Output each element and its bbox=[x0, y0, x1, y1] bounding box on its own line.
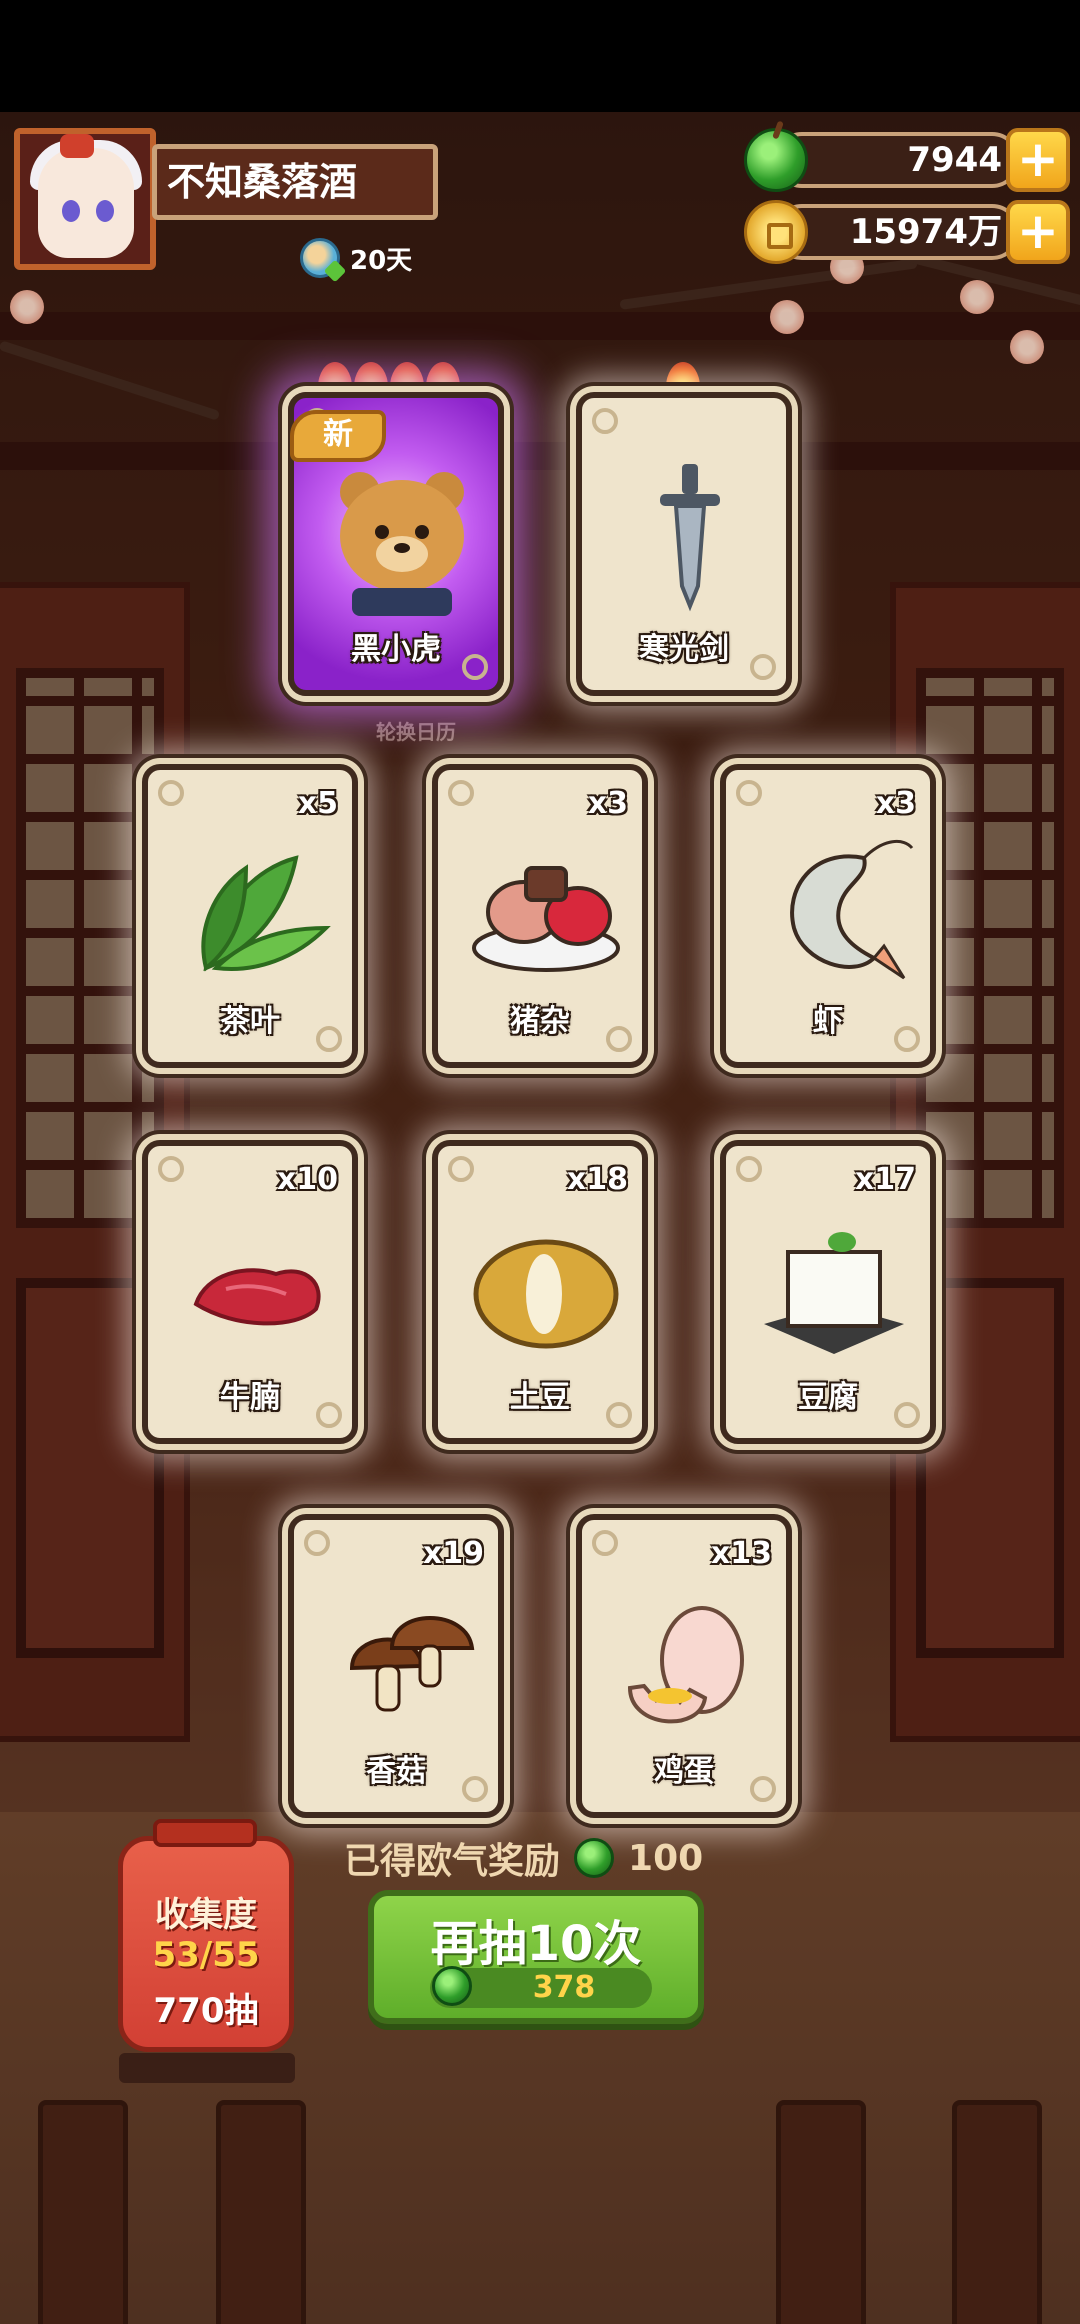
avatar-eye bbox=[96, 200, 114, 222]
add-coin-button[interactable]: + bbox=[1006, 200, 1070, 264]
card-name: 豆腐 bbox=[798, 1380, 858, 1415]
blossom bbox=[770, 300, 804, 334]
card-egg[interactable]: x13 鸡蛋 bbox=[576, 1514, 792, 1818]
avatar-eye bbox=[62, 200, 80, 222]
card-corner bbox=[592, 1530, 618, 1556]
card-name: 猪杂 bbox=[510, 1004, 570, 1039]
lantern-base bbox=[119, 2053, 295, 2083]
card-corner bbox=[448, 1156, 474, 1182]
collection-progress: 53/55 bbox=[152, 1935, 260, 1975]
status-bar bbox=[0, 0, 1080, 112]
card-tofu[interactable]: x17 豆腐 bbox=[720, 1140, 936, 1444]
luck-reward: 已得欧气奖励 100 bbox=[344, 1830, 703, 1886]
card-count: x5 bbox=[297, 786, 338, 821]
rotation-calendar-label: 轮换日历 bbox=[376, 720, 456, 744]
card-name: 黑小虎 bbox=[351, 632, 441, 667]
shrimp-icon bbox=[790, 839, 914, 980]
lantern-cap bbox=[153, 1819, 257, 1847]
card-beef-brisket[interactable]: x10 牛腩 bbox=[142, 1140, 358, 1444]
card-name: 牛腩 bbox=[220, 1380, 280, 1415]
card-count: x10 bbox=[276, 1162, 338, 1197]
new-badge: 新 bbox=[290, 410, 386, 462]
coin-amount: 15974万 bbox=[774, 204, 1020, 260]
avatar-bow bbox=[60, 134, 94, 158]
offal-icon bbox=[472, 866, 620, 972]
reward-text: 已得欧气奖励 bbox=[344, 1841, 561, 1882]
collection-lantern[interactable]: 收集度 53/55 770抽 bbox=[118, 1819, 295, 2083]
draw-again-button[interactable]: 再抽10次 378 bbox=[368, 1890, 704, 2024]
card-name: 寒光剑 bbox=[639, 632, 729, 667]
egg-icon bbox=[627, 1606, 744, 1724]
card-corner bbox=[304, 1530, 330, 1556]
collection-title: 收集度 bbox=[155, 1895, 257, 1935]
card-corner bbox=[736, 780, 762, 806]
card-count: x13 bbox=[710, 1536, 772, 1571]
player-name: 不知桑落酒 bbox=[152, 144, 438, 220]
days-text: 20天 bbox=[350, 245, 413, 276]
card-shiitake[interactable]: x19 香菇 bbox=[288, 1514, 504, 1818]
jade-icon bbox=[574, 1838, 615, 1878]
draw-cost: 378 bbox=[532, 1970, 596, 2005]
jade-icon bbox=[432, 1966, 472, 2006]
potato-icon bbox=[473, 1239, 619, 1349]
player-avatar[interactable] bbox=[14, 128, 156, 270]
collection-draws: 770抽 bbox=[153, 1991, 259, 2031]
card-count: x18 bbox=[566, 1162, 628, 1197]
card-tea-leaves[interactable]: x5 茶叶 bbox=[142, 764, 358, 1068]
coin-icon bbox=[744, 200, 808, 264]
beef-icon bbox=[193, 1268, 321, 1326]
card-han-guang-jian[interactable]: 寒光剑 bbox=[576, 392, 792, 696]
card-corner bbox=[158, 1156, 184, 1182]
card-pork-offal[interactable]: x3 猪杂 bbox=[432, 764, 648, 1068]
reward-amount: 100 bbox=[628, 1837, 704, 1879]
tea-leaf-icon bbox=[201, 855, 331, 972]
card-corner bbox=[158, 780, 184, 806]
card-corner bbox=[448, 780, 474, 806]
card-count: x3 bbox=[587, 786, 628, 821]
sword-icon bbox=[660, 464, 720, 612]
card-count: x17 bbox=[854, 1162, 916, 1197]
card-shrimp[interactable]: x3 虾 bbox=[720, 764, 936, 1068]
card-potato[interactable]: x18 土豆 bbox=[432, 1140, 648, 1444]
mushroom-icon bbox=[349, 1616, 475, 1712]
blossom bbox=[10, 290, 44, 324]
card-name: 鸡蛋 bbox=[654, 1754, 714, 1789]
bear-icon bbox=[340, 472, 464, 616]
card-name: 虾 bbox=[813, 1004, 843, 1039]
draw-again-label: 再抽10次 bbox=[430, 1916, 642, 1972]
avatar-face bbox=[38, 148, 134, 258]
jade-amount: 7944 bbox=[774, 132, 1020, 188]
blossom bbox=[960, 280, 994, 314]
jade-currency: 7944 + bbox=[744, 128, 1070, 192]
dish-icon bbox=[300, 238, 340, 278]
card-corner bbox=[736, 1156, 762, 1182]
card-name: 茶叶 bbox=[220, 1004, 280, 1039]
card-name: 香菇 bbox=[366, 1754, 426, 1789]
blossom bbox=[1010, 330, 1044, 364]
card-count: x3 bbox=[875, 786, 916, 821]
card-corner bbox=[592, 408, 618, 434]
tofu-icon bbox=[764, 1232, 904, 1354]
jade-icon bbox=[744, 128, 808, 192]
add-jade-button[interactable]: + bbox=[1006, 128, 1070, 192]
coin-currency: 15974万 + bbox=[744, 200, 1070, 264]
card-name: 土豆 bbox=[510, 1380, 570, 1415]
days-counter: 20天 bbox=[300, 234, 412, 282]
card-count: x19 bbox=[422, 1536, 484, 1571]
